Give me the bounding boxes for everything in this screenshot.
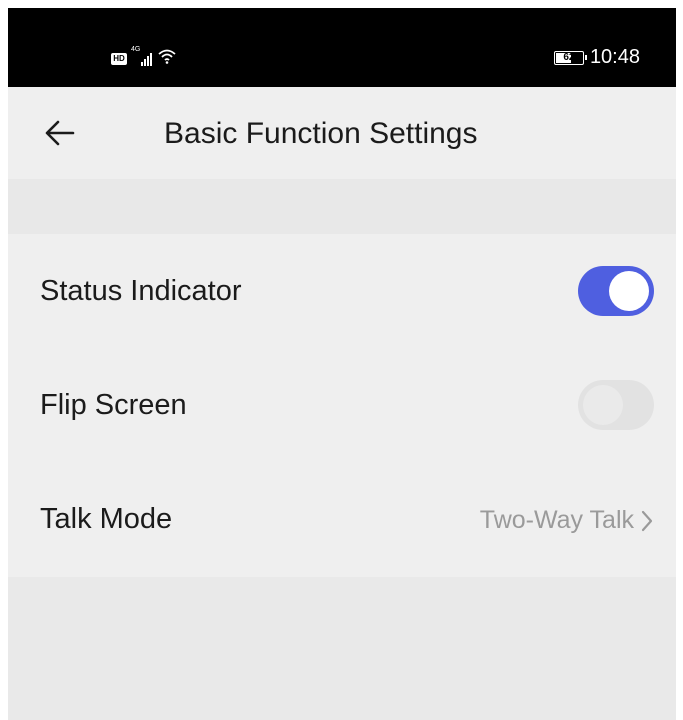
status-time: 10:48 <box>589 46 640 68</box>
battery-icon: 62 <box>553 50 587 65</box>
section-spacer <box>8 179 676 234</box>
status-indicator-label: Status Indicator <box>40 275 242 307</box>
wifi-icon <box>158 48 176 69</box>
talk-mode-value: Two-Way Talk <box>479 506 634 534</box>
chevron-right-icon <box>641 510 653 531</box>
back-button[interactable] <box>38 111 82 155</box>
setting-status-indicator: Status Indicator <box>8 234 676 348</box>
app-header: Basic Function Settings <box>8 87 676 179</box>
toggle-knob <box>583 385 623 425</box>
toggle-knob <box>609 271 649 311</box>
page-title: Basic Function Settings <box>164 117 478 150</box>
hd-icon: HD <box>111 52 127 65</box>
flip-screen-label: Flip Screen <box>40 389 187 421</box>
setting-talk-mode[interactable]: Talk Mode Two-Way Talk <box>8 462 676 576</box>
talk-mode-value-group: Two-Way Talk <box>480 506 654 535</box>
status-indicator-toggle[interactable] <box>578 266 654 316</box>
back-arrow-icon <box>45 120 75 146</box>
talk-mode-label: Talk Mode <box>40 503 173 535</box>
battery-level: 62 <box>563 51 575 63</box>
empty-content-area <box>8 577 676 720</box>
signal-icon: 4G <box>131 46 152 66</box>
status-bar-left: HD 4G <box>111 46 176 69</box>
status-bar-right: 62 10:48 <box>553 46 640 69</box>
phone-screen: HD 4G 62 10:48 Basic Function Settings S… <box>8 8 676 720</box>
setting-flip-screen: Flip Screen <box>8 348 676 462</box>
settings-list: Status Indicator Flip Screen Talk Mode T… <box>8 234 676 577</box>
flip-screen-toggle[interactable] <box>578 380 654 430</box>
signal-type-label: 4G <box>131 45 141 53</box>
status-bar: HD 4G 62 10:48 <box>8 8 676 87</box>
